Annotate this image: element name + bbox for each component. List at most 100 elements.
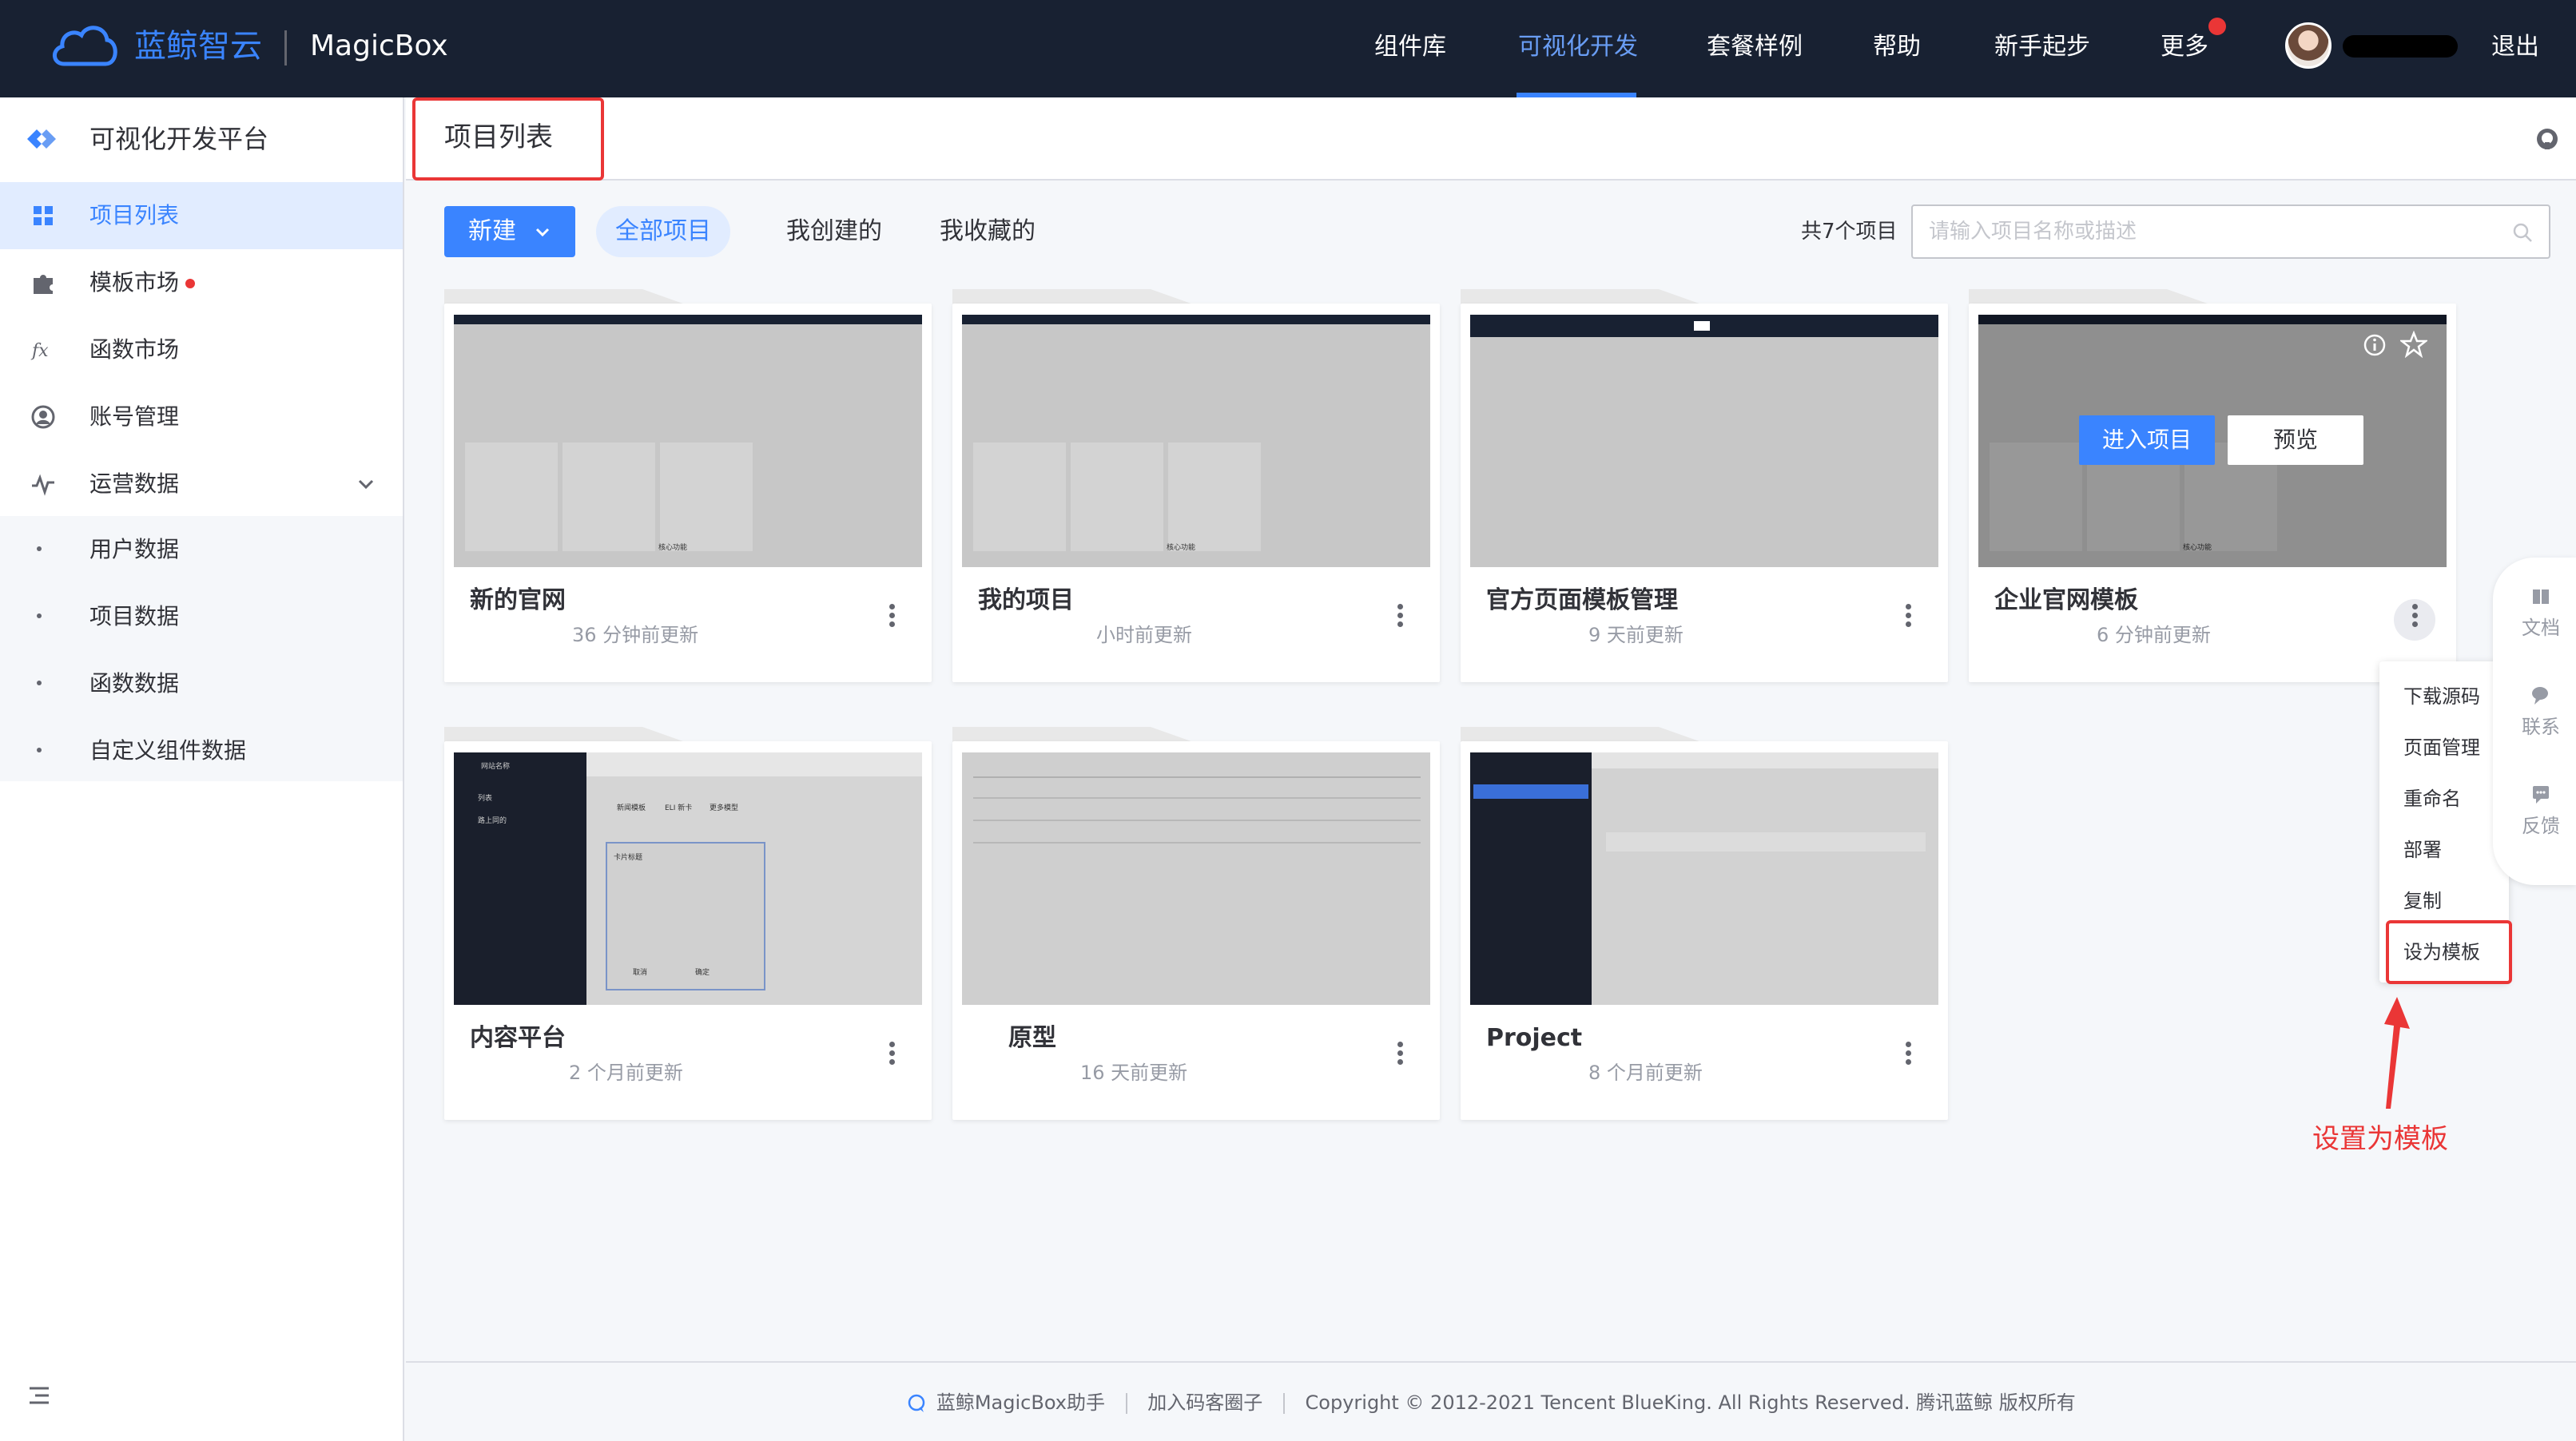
sidebar-item-label: 函数市场 [89,336,180,363]
page-title: 项目列表 [444,121,553,153]
float-docs[interactable]: 文档 [2509,585,2573,640]
chat-icon [2532,687,2548,705]
brand-divider [284,30,287,66]
project-thumbnail[interactable] [962,752,1430,1005]
avatar[interactable] [2285,22,2332,69]
puzzle-icon [34,275,53,294]
footer-join-link[interactable]: 加入码客圈子 [1147,1391,1262,1414]
thumb-block [1606,832,1926,852]
nav-getting-started[interactable]: 新手起步 [1994,24,2090,70]
thumb-text: 卡片标题 [614,854,643,862]
logout-link[interactable]: 退出 [2491,24,2539,70]
card-body: 原型 16 天前更新 [952,741,1440,1120]
brand-name[interactable]: 蓝鲸智云 [134,24,262,69]
nav-components[interactable]: 组件库 [1374,24,1446,70]
nav-more[interactable]: 更多 [2161,24,2208,70]
thumb-line [973,797,1421,799]
new-project-button[interactable]: 新建 [444,206,575,257]
thumb-topbar [454,315,922,324]
search-icon[interactable] [2510,220,2534,244]
help-float-bar: 文档 联系 反馈 [2493,558,2576,885]
more-vertical-icon[interactable] [1390,1038,1409,1077]
card-updated: 6 分钟前更新 [2097,624,2211,646]
info-icon[interactable] [2362,332,2387,358]
project-card[interactable]: 网站名称 列表 路上同的 新闻模板 ELI 新卡 更多模型 卡片标题 取消 确定… [444,727,932,1120]
github-icon[interactable] [2534,126,2560,152]
sidebar-subitem-custom-component-data[interactable]: 自定义组件数据 [0,717,403,784]
thumb-block [1071,443,1163,551]
feedback-icon [2533,786,2549,804]
sidebar-subitem-project-data[interactable]: 项目数据 [0,583,403,650]
thumb-block [465,443,558,551]
sidebar-item-label: 模板市场 [89,249,196,316]
project-card[interactable]: 官方页面模板管理 9 天前更新 [1461,289,1948,682]
sidebar-item-template-market[interactable]: 模板市场 [0,249,403,316]
tab-my-created[interactable]: 我创建的 [767,206,901,257]
tab-my-favorites[interactable]: 我收藏的 [920,206,1055,257]
menu-download-source[interactable]: 下载源码 [2379,671,2509,722]
more-badge-icon [2208,18,2226,35]
project-card[interactable]: Project 8 个月前更新 [1461,727,1948,1120]
more-vertical-icon[interactable] [1390,601,1409,639]
more-vertical-icon[interactable] [882,1038,901,1077]
project-thumbnail[interactable]: 核心功能 [962,315,1430,567]
card-title: 企业官网模板 [1994,586,2138,614]
more-vertical-icon[interactable] [882,601,901,639]
menu-deploy[interactable]: 部署 [2379,824,2509,875]
project-card[interactable]: 原型 16 天前更新 [952,727,1440,1120]
bluecloud-logo-icon[interactable] [50,18,120,72]
user-circle-icon [31,405,55,429]
sidebar-item-account[interactable]: 账号管理 [0,383,403,451]
project-card[interactable]: 核心功能 我的项目 小时前更新 [952,289,1440,682]
nav-visual-dev[interactable]: 可视化开发 [1518,24,1638,70]
sidebar-item-project-list[interactable]: 项目列表 [0,182,403,249]
card-updated: 2 个月前更新 [569,1062,683,1084]
more-vertical-icon[interactable] [2394,599,2435,641]
tab-all-projects[interactable]: 全部项目 [596,206,730,257]
project-thumbnail[interactable] [1470,315,1938,567]
operations-submenu: 用户数据 项目数据 函数数据 自定义组件数据 [0,516,403,781]
sidebar-subitem-function-data[interactable]: 函数数据 [0,650,403,717]
project-card[interactable]: 核心功能 新的官网 36 分钟前更新 [444,289,932,682]
preview-button[interactable]: 预览 [2228,415,2363,465]
menu-rename[interactable]: 重命名 [2379,773,2509,824]
more-vertical-icon[interactable] [1898,601,1918,639]
card-updated: 8 个月前更新 [1588,1062,1703,1084]
nav-samples[interactable]: 套餐样例 [1707,24,1803,70]
card-hover-overlay: 进入项目 预览 [1978,315,2447,567]
project-thumbnail[interactable]: 核心功能 [454,315,922,567]
search-input[interactable] [1929,214,2488,249]
grid-icon [34,206,53,225]
thumb-block [1694,321,1710,331]
enter-project-button[interactable]: 进入项目 [2079,415,2215,465]
more-vertical-icon[interactable] [1898,1038,1918,1077]
sidebar-header: 可视化开发平台 [0,97,403,181]
sidebar-item-operations[interactable]: 运营数据 [0,451,403,518]
sidebar-subitem-label: 用户数据 [89,536,180,562]
project-thumbnail[interactable] [1470,752,1938,1005]
project-count: 共7个项目 [1801,220,1898,244]
sidebar-subitem-label: 自定义组件数据 [89,737,247,764]
card-title: 原型 [1008,1024,1056,1052]
nav-help[interactable]: 帮助 [1873,24,1921,70]
search-box[interactable] [1911,204,2550,259]
app-name[interactable]: MagicBox [310,24,448,69]
sidebar-item-function-market[interactable]: fx 函数市场 [0,316,403,383]
collapse-sidebar-icon[interactable] [27,1383,51,1407]
chevron-down-icon[interactable] [356,474,376,494]
platform-logo-icon [27,129,56,149]
float-feedback[interactable]: 反馈 [2509,783,2573,838]
project-card-hovered[interactable]: 核心功能 进入项目 预览 企业官网模板 6 分钟前更新 [1969,289,2456,682]
sidebar-subitem-user-data[interactable]: 用户数据 [0,516,403,583]
menu-copy[interactable]: 复制 [2379,875,2509,927]
footer-assistant-link[interactable]: 蓝鲸MagicBox助手 [936,1391,1105,1414]
thumb-topbar [962,315,1430,324]
project-thumbnail[interactable]: 网站名称 列表 路上同的 新闻模板 ELI 新卡 更多模型 卡片标题 取消 确定 [454,752,922,1005]
thumb-header [1592,752,1938,768]
star-icon[interactable] [2400,331,2427,358]
platform-title: 可视化开发平台 [89,124,269,154]
card-title: 内容平台 [470,1024,566,1052]
function-icon: fx [30,341,49,361]
float-contact[interactable]: 联系 [2509,684,2573,739]
menu-page-manage[interactable]: 页面管理 [2379,722,2509,773]
